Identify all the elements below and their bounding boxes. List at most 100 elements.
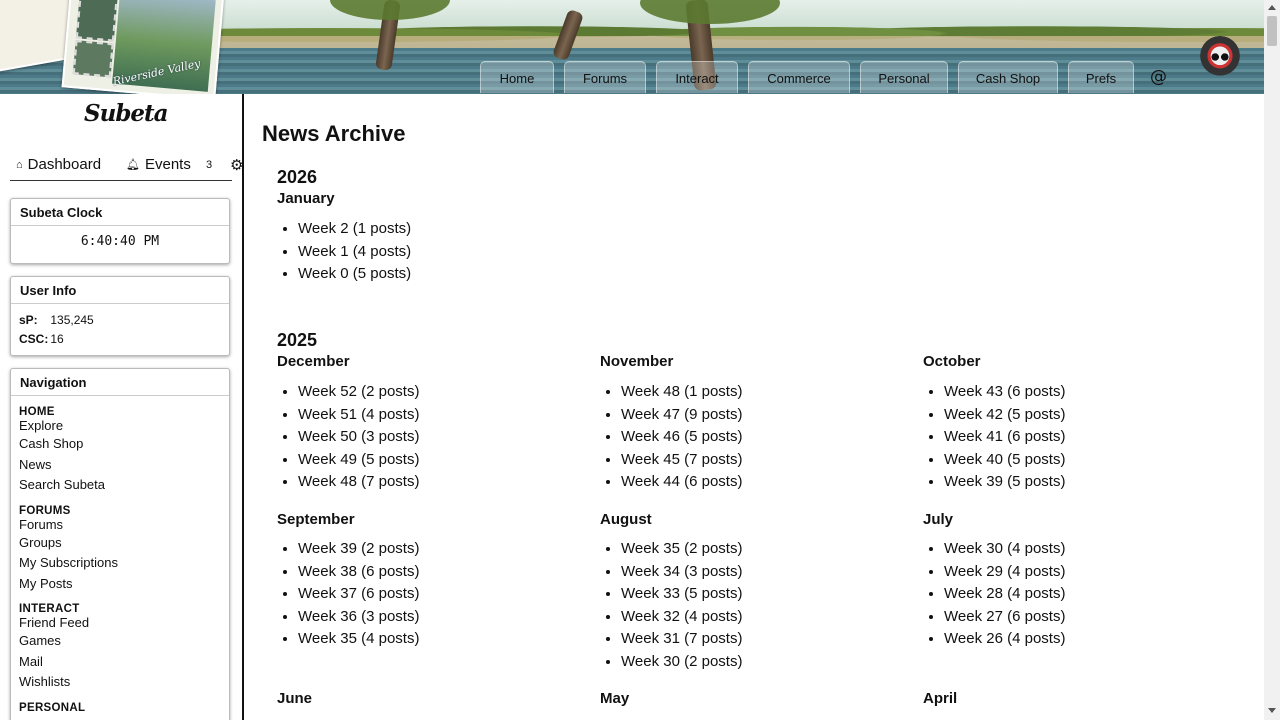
week-link[interactable]: Week 48 (1 posts) <box>621 381 742 404</box>
week-link[interactable]: Week 50 (3 posts) <box>298 426 419 449</box>
nav-link-friend-feed[interactable]: Friend Feed <box>11 615 229 631</box>
bell-icon: 🔔︎ <box>126 159 140 171</box>
week-link[interactable]: Week 45 (7 posts) <box>621 449 742 472</box>
dashboard-link[interactable]: ⌂ Dashboard <box>16 156 101 173</box>
week-list: Week 39 (2 posts) Week 38 (6 posts) Week… <box>277 538 419 651</box>
week-link[interactable]: Week 44 (6 posts) <box>621 471 742 494</box>
nav-link-news[interactable]: News <box>11 455 229 476</box>
user-avatar[interactable] <box>1198 36 1242 80</box>
sp-row: sP: 135,245 <box>11 311 229 330</box>
nav-link-search[interactable]: Search Subeta <box>11 475 229 496</box>
week-link[interactable]: Week 35 (2 posts) <box>621 538 742 561</box>
nav-commerce[interactable]: Commerce <box>748 61 850 93</box>
scrollbar-thumb[interactable] <box>1267 16 1277 46</box>
month-heading: April <box>923 690 958 707</box>
nav-personal[interactable]: Personal <box>860 61 948 93</box>
nav-link-explore[interactable]: Explore <box>11 418 229 434</box>
week-list: Week 48 (1 posts) Week 47 (9 posts) Week… <box>600 381 742 494</box>
gear-icon[interactable]: ⚙ <box>230 156 242 174</box>
navigation-panel: Navigation HOME Explore Cash Shop News S… <box>10 368 230 720</box>
week-list: Week 2 (1 posts) Week 1 (4 posts) Week 0… <box>277 218 411 286</box>
nav-link-games[interactable]: Games <box>11 631 229 652</box>
month-heading: August <box>600 511 652 528</box>
week-link[interactable]: Week 32 (4 posts) <box>621 606 742 629</box>
month-heading: December <box>277 353 350 370</box>
week-link[interactable]: Week 38 (6 posts) <box>298 561 419 584</box>
at-mention-icon[interactable]: @ <box>1150 67 1167 87</box>
nav-home[interactable]: Home <box>480 61 554 93</box>
week-list: Week 35 (2 posts) Week 34 (3 posts) Week… <box>600 538 742 673</box>
week-link[interactable]: Week 28 (4 posts) <box>944 583 1065 606</box>
week-link[interactable]: Week 51 (4 posts) <box>298 404 419 427</box>
month-heading: November <box>600 353 674 370</box>
postcard-stamp <box>75 0 118 42</box>
month-heading: June <box>277 690 313 707</box>
nav-cash-shop[interactable]: Cash Shop <box>958 61 1058 93</box>
week-link[interactable]: Week 39 (2 posts) <box>298 538 419 561</box>
year-heading: 2026 <box>277 167 318 187</box>
page-scrollbar[interactable] <box>1264 0 1280 720</box>
nav-heading-home: HOME <box>19 406 55 418</box>
csc-label: CSC: <box>19 332 49 346</box>
csc-value: 16 <box>50 332 64 346</box>
week-link[interactable]: Week 34 (3 posts) <box>621 561 742 584</box>
csc-row: CSC: 16 <box>11 330 229 349</box>
week-list: Week 30 (4 posts) Week 29 (4 posts) Week… <box>923 538 1065 651</box>
nav-prefs[interactable]: Prefs <box>1068 61 1134 93</box>
week-link[interactable]: Week 29 (4 posts) <box>944 561 1065 584</box>
week-link[interactable]: Week 41 (6 posts) <box>944 426 1065 449</box>
week-link[interactable]: Week 43 (6 posts) <box>944 381 1065 404</box>
dashboard-bar: ⌂ Dashboard 🔔︎ Events 3 ⚙ <box>10 150 242 181</box>
home-icon: ⌂ <box>16 158 23 171</box>
week-link[interactable]: Week 27 (6 posts) <box>944 606 1065 629</box>
week-link[interactable]: Week 30 (2 posts) <box>621 651 742 674</box>
month-heading: September <box>277 511 355 528</box>
user-info-title: User Info <box>11 277 229 304</box>
main-content: News Archive 2026 January Week 2 (1 post… <box>262 94 1257 720</box>
week-link[interactable]: Week 35 (4 posts) <box>298 628 419 651</box>
nav-link-forums[interactable]: Forums <box>11 517 229 533</box>
site-logo[interactable]: Subeta <box>84 100 169 127</box>
week-list: Week 43 (6 posts) Week 42 (5 posts) Week… <box>923 381 1065 494</box>
nav-link-subscriptions[interactable]: My Subscriptions <box>11 553 229 574</box>
nav-link-cash-shop[interactable]: Cash Shop <box>11 434 229 455</box>
week-link[interactable]: Week 52 (2 posts) <box>298 381 419 404</box>
scroll-up-icon[interactable] <box>1268 5 1276 10</box>
sp-value: 135,245 <box>50 313 94 327</box>
week-link[interactable]: Week 33 (5 posts) <box>621 583 742 606</box>
nav-forums[interactable]: Forums <box>564 61 646 93</box>
nav-heading-personal: PERSONAL <box>19 701 86 714</box>
month-heading: January <box>277 190 335 207</box>
week-link[interactable]: Week 47 (9 posts) <box>621 404 742 427</box>
nav-link-groups[interactable]: Groups <box>11 533 229 554</box>
week-link[interactable]: Week 48 (7 posts) <box>298 471 419 494</box>
week-link[interactable]: Week 49 (5 posts) <box>298 449 419 472</box>
week-link[interactable]: Week 31 (7 posts) <box>621 628 742 651</box>
nav-heading-interact: INTERACT <box>19 603 80 615</box>
week-link[interactable]: Week 37 (6 posts) <box>298 583 419 606</box>
week-link[interactable]: Week 26 (4 posts) <box>944 628 1065 651</box>
navigation-title: Navigation <box>11 369 229 396</box>
nav-interact[interactable]: Interact <box>656 61 738 93</box>
events-label: Events <box>144 156 191 173</box>
week-link[interactable]: Week 1 (4 posts) <box>298 241 411 264</box>
week-link[interactable]: Week 40 (5 posts) <box>944 449 1065 472</box>
page-title: News Archive <box>262 121 406 146</box>
week-link[interactable]: Week 2 (1 posts) <box>298 218 411 241</box>
week-link[interactable]: Week 36 (3 posts) <box>298 606 419 629</box>
month-heading: October <box>923 353 981 370</box>
clock-time: 6:40:40 PM <box>80 234 160 249</box>
nav-link-mail[interactable]: Mail <box>11 652 229 673</box>
week-link[interactable]: Week 46 (5 posts) <box>621 426 742 449</box>
clock-panel: Subeta Clock 6:40:40 PM <box>10 198 230 264</box>
week-link[interactable]: Week 0 (5 posts) <box>298 263 411 286</box>
nav-link-my-posts[interactable]: My Posts <box>11 574 229 595</box>
events-link[interactable]: 🔔︎ Events <box>126 156 191 173</box>
week-link[interactable]: Week 39 (5 posts) <box>944 471 1065 494</box>
scroll-down-icon[interactable] <box>1268 708 1276 713</box>
nav-link-wishlists[interactable]: Wishlists <box>11 672 229 693</box>
events-count-badge: 3 <box>206 159 213 171</box>
week-link[interactable]: Week 30 (4 posts) <box>944 538 1065 561</box>
week-link[interactable]: Week 42 (5 posts) <box>944 404 1065 427</box>
year-heading: 2025 <box>277 330 318 350</box>
